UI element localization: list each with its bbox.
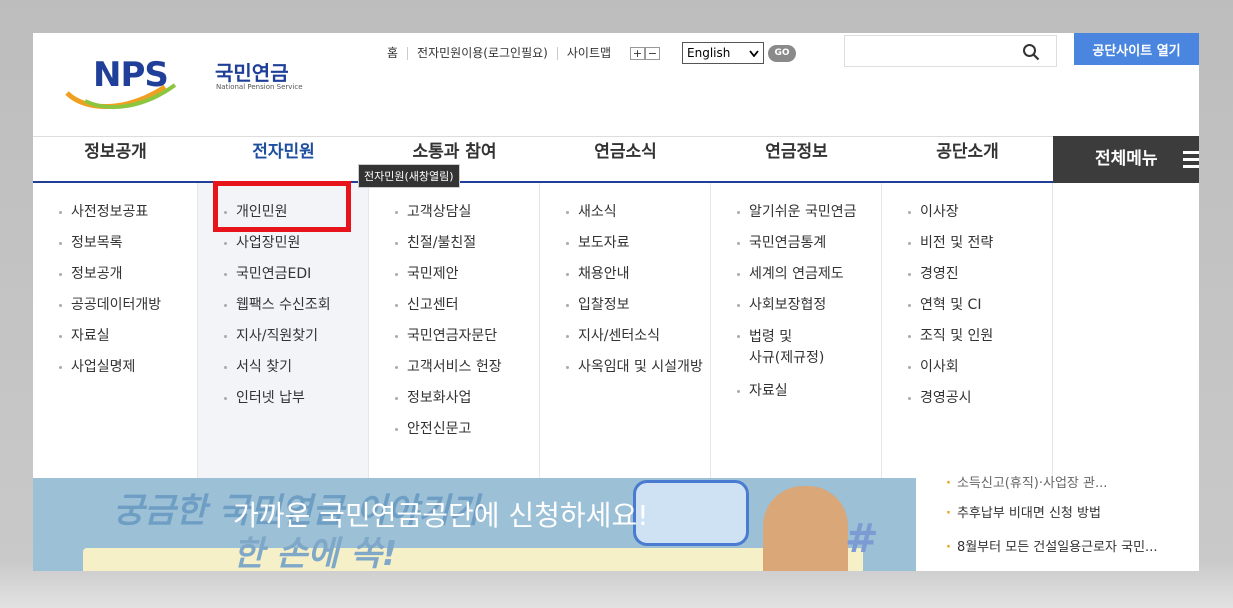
submenu-item[interactable]: 자료실 [33,327,197,345]
submenu-item[interactable]: 안전신문고 [369,420,539,438]
language-value: English [687,46,731,60]
submenu-item[interactable]: 친절/불친절 [369,234,539,252]
news-list: 소득신고(휴직)·사업장 관... 추후납부 비대면 신청 방법 8월부터 모든… [928,476,1199,571]
submenu-item[interactable]: 사회보장협정 [711,296,881,314]
submenu-item[interactable]: 신고센터 [369,296,539,314]
submenu-item[interactable]: 국민연금통계 [711,234,881,252]
hashtag-icon: # [845,516,879,562]
submenu-item[interactable]: 고객서비스 헌장 [369,358,539,376]
submenu-item[interactable]: 경영공시 [882,389,1052,407]
logo-english: National Pension Service [216,83,303,91]
chevron-down-icon [749,49,759,57]
submenu-item[interactable]: 이사회 [882,358,1052,376]
submenu-item[interactable]: 서식 찾기 [198,358,368,376]
logo-mark: NPS [93,55,169,95]
submenu-item[interactable]: 정보목록 [33,234,197,252]
home-link[interactable]: 홈 [387,46,409,60]
submenu-item[interactable]: 고객상담실 [369,203,539,221]
go-button[interactable]: GO [768,44,797,62]
submenu-item[interactable]: 알기쉬운 국민연금 [711,203,881,221]
submenu-item[interactable]: 입찰정보 [540,296,710,314]
submenu-item[interactable]: 인터넷 납부 [198,389,368,407]
submenu-item[interactable]: 채용안내 [540,265,710,283]
main-navigation: 정보공개 전자민원 소통과 참여 연금소식 연금정보 공단소개 전체메뉴 [33,136,1199,183]
submenu-column: 고객상담실 친절/불친절 국민제안 신고센터 국민연금자문단 고객서비스 헌장 … [369,183,540,478]
promo-banner[interactable]: 궁금한 국민연금 이야기가 한 손에 쏙! # 가까운 국민연금공단에 신청하세… [33,478,916,571]
page: NPS 국민연금 National Pension Service 홈 전자민원… [33,33,1199,571]
sitemap-link[interactable]: 사이트맵 [558,46,620,60]
submenu-item[interactable]: 국민제안 [369,265,539,283]
all-menu-label: 전체메뉴 [1095,149,1158,169]
speech-bubble-icon [633,480,749,546]
submenu-column: 이사장 비전 및 전략 경영진 연혁 및 CI 조직 및 인원 이사회 경영공시 [882,183,1053,478]
submenu-item[interactable]: 경영진 [882,265,1052,283]
nps-logo[interactable]: NPS 국민연금 National Pension Service [65,53,305,110]
submenu-item[interactable]: 사업실명제 [33,358,197,376]
submenu-item[interactable]: 비전 및 전략 [882,234,1052,252]
submenu-item[interactable]: 사전정보공표 [33,203,197,221]
submenu-item[interactable]: 조직 및 인원 [882,327,1052,345]
submenu-item[interactable]: 정보공개 [33,265,197,283]
search-input[interactable] [844,35,1057,67]
submenu-item[interactable]: 자료실 [711,382,881,400]
mega-dropdown: 사전정보공표 정보목록 정보공개 공공데이터개방 자료실 사업실명제 개인민원 … [33,183,1199,478]
submenu-item[interactable]: 이사장 [882,203,1052,221]
submenu-column: 사전정보공표 정보목록 정보공개 공공데이터개방 자료실 사업실명제 [33,183,198,478]
open-agency-site-button[interactable]: 공단사이트 열기 [1074,33,1199,65]
nav-pension-info[interactable]: 연금정보 [711,137,882,182]
submenu-item[interactable]: 보도자료 [540,234,710,252]
utility-bar: 홈 전자민원이용(로그인필요) 사이트맵 + − English GO [387,42,797,64]
submenu-item[interactable]: 국민연금자문단 [369,327,539,345]
zoom-in-button[interactable]: + [630,46,646,60]
nav-tooltip: 전자민원(새창열림) [358,164,460,188]
nav-about[interactable]: 공단소개 [882,137,1053,182]
submenu-item[interactable]: 정보화사업 [369,389,539,407]
news-item[interactable]: 8월부터 모든 건설일용근로자 국민... [946,536,1158,555]
all-menu-button[interactable]: 전체메뉴 [1053,136,1199,183]
submenu-item[interactable]: 사옥임대 및 시설개방 [540,358,710,376]
hamburger-icon [1183,151,1199,172]
submenu-item[interactable]: 사업장민원 [198,234,368,252]
person-image [763,486,848,571]
news-item[interactable]: 추후납부 비대면 신청 방법 [946,502,1101,521]
submenu-item[interactable]: 지사/직원찾기 [198,327,368,345]
submenu-item[interactable]: 세계의 연금제도 [711,265,881,283]
zoom-controls: + − [630,46,661,60]
submenu-item[interactable]: 웹팩스 수신조회 [198,296,368,314]
banner-card [83,548,863,571]
submenu-item[interactable]: 국민연금EDI [198,265,368,283]
submenu-item[interactable]: 새소식 [540,203,710,221]
language-select[interactable]: English [682,42,765,64]
search-icon[interactable] [1022,43,1040,61]
nav-e-service[interactable]: 전자민원 [198,137,369,182]
e-service-login-link[interactable]: 전자민원이용(로그인필요) [408,46,558,60]
submenu-item[interactable]: 공공데이터개방 [33,296,197,314]
submenu-item[interactable]: 지사/센터소식 [540,327,710,345]
nav-pension-news[interactable]: 연금소식 [540,137,711,182]
banner-headline: 가까운 국민연금공단에 신청하세요! [233,499,649,532]
highlight-box [213,181,351,232]
zoom-out-button[interactable]: − [645,46,661,60]
submenu-item[interactable]: 연혁 및 CI [882,296,1052,314]
submenu-item[interactable]: 법령 및 사규(제규정) [711,327,881,369]
submenu-column: 새소식 보도자료 채용안내 입찰정보 지사/센터소식 사옥임대 및 시설개방 [540,183,711,478]
logo-korean: 국민연금 [215,61,289,85]
nav-info-disclosure[interactable]: 정보공개 [33,137,198,182]
submenu-column: 알기쉬운 국민연금 국민연금통계 세계의 연금제도 사회보장협정 법령 및 사규… [711,183,882,478]
news-item[interactable]: 소득신고(휴직)·사업장 관... [946,472,1107,491]
